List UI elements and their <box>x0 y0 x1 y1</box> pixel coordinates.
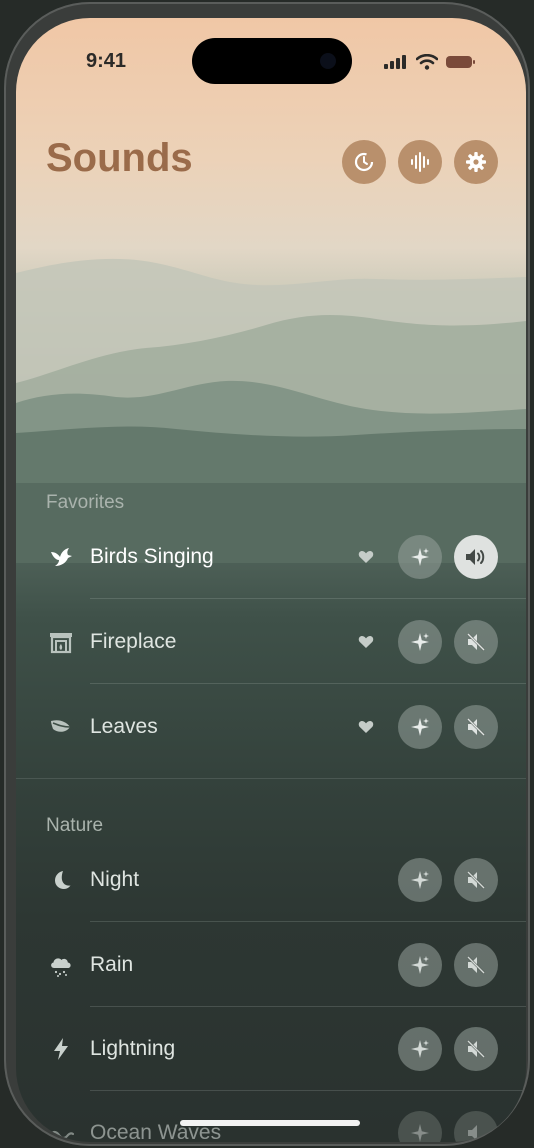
sound-row-lightning[interactable]: Lightning <box>46 1020 526 1080</box>
dynamic-island <box>192 38 352 84</box>
status-icons <box>384 54 476 70</box>
speaker-muted-icon <box>468 1125 477 1141</box>
volume-toggle-button[interactable] <box>454 943 498 987</box>
speaker-muted-icon <box>467 1040 485 1058</box>
sparkle-button[interactable] <box>398 858 442 902</box>
sound-row-birds-singing[interactable]: Birds Singing <box>46 528 526 588</box>
sparkle-icon <box>411 633 429 651</box>
timer-icon <box>354 152 374 172</box>
bolt-icon <box>46 1034 76 1064</box>
row-divider <box>90 598 526 599</box>
volume-toggle-button[interactable] <box>454 1111 498 1142</box>
fireplace-icon <box>46 627 76 657</box>
favorite-heart-icon[interactable] <box>358 720 374 739</box>
signal-icon <box>384 55 406 69</box>
sparkle-icon <box>411 1124 429 1142</box>
sparkle-icon <box>411 548 429 566</box>
timer-button[interactable] <box>342 140 386 184</box>
sparkle-icon <box>411 1040 429 1058</box>
row-divider <box>90 921 526 922</box>
wave-icon <box>46 1118 76 1142</box>
waveform-icon <box>411 152 429 172</box>
volume-toggle-button[interactable] <box>454 620 498 664</box>
sparkle-button[interactable] <box>398 535 442 579</box>
sound-label: Fireplace <box>90 630 177 653</box>
speaker-muted-icon <box>467 633 485 651</box>
section-title-nature: Nature <box>46 815 104 836</box>
favorite-heart-icon[interactable] <box>358 550 374 569</box>
speaker-muted-icon <box>467 871 485 889</box>
sound-row-leaves[interactable]: Leaves <box>46 698 526 758</box>
row-divider <box>90 683 526 684</box>
page-title: Sounds <box>46 136 193 180</box>
favorite-heart-icon[interactable] <box>358 635 374 654</box>
home-indicator[interactable] <box>180 1120 360 1126</box>
rain-cloud-icon <box>46 950 76 980</box>
settings-button[interactable] <box>454 140 498 184</box>
sound-label: Birds Singing <box>90 545 214 568</box>
sparkle-button[interactable] <box>398 1027 442 1071</box>
sparkle-button[interactable] <box>398 620 442 664</box>
section-title-favorites: Favorites <box>46 492 125 513</box>
volume-toggle-button[interactable] <box>454 705 498 749</box>
moon-icon <box>46 865 76 895</box>
volume-toggle-button[interactable] <box>454 1027 498 1071</box>
sound-row-fireplace[interactable]: Fireplace <box>46 613 526 673</box>
volume-toggle-button[interactable] <box>454 535 498 579</box>
speaker-on-icon <box>466 549 485 565</box>
battery-icon <box>446 56 475 68</box>
status-time: 9:41 <box>86 50 127 72</box>
wifi-icon <box>416 54 438 70</box>
sound-label: Night <box>90 868 140 891</box>
sound-label: Leaves <box>90 715 158 738</box>
bird-icon <box>46 542 76 572</box>
phone-frame: 9:41 Sounds Favorites Birds Singing Fire… <box>4 2 530 1146</box>
row-divider <box>90 1090 526 1091</box>
app-screen: 9:41 Sounds Favorites Birds Singing Fire… <box>16 18 526 1142</box>
section-divider <box>16 778 526 779</box>
sparkle-button[interactable] <box>398 1111 442 1142</box>
sound-row-rain[interactable]: Rain <box>46 936 526 996</box>
sparkle-button[interactable] <box>398 943 442 987</box>
leaf-icon <box>46 712 76 742</box>
sound-row-night[interactable]: Night <box>46 851 526 911</box>
row-divider <box>90 1006 526 1007</box>
sparkle-icon <box>411 718 429 736</box>
speaker-muted-icon <box>467 956 485 974</box>
front-camera <box>320 53 336 69</box>
sound-label: Lightning <box>90 1037 176 1060</box>
gear-icon <box>466 152 486 172</box>
volume-toggle-button[interactable] <box>454 858 498 902</box>
sparkle-icon <box>411 871 429 889</box>
sparkle-button[interactable] <box>398 705 442 749</box>
waveform-button[interactable] <box>398 140 442 184</box>
sound-label: Rain <box>90 953 134 976</box>
speaker-muted-icon <box>467 718 485 736</box>
sparkle-icon <box>411 956 429 974</box>
